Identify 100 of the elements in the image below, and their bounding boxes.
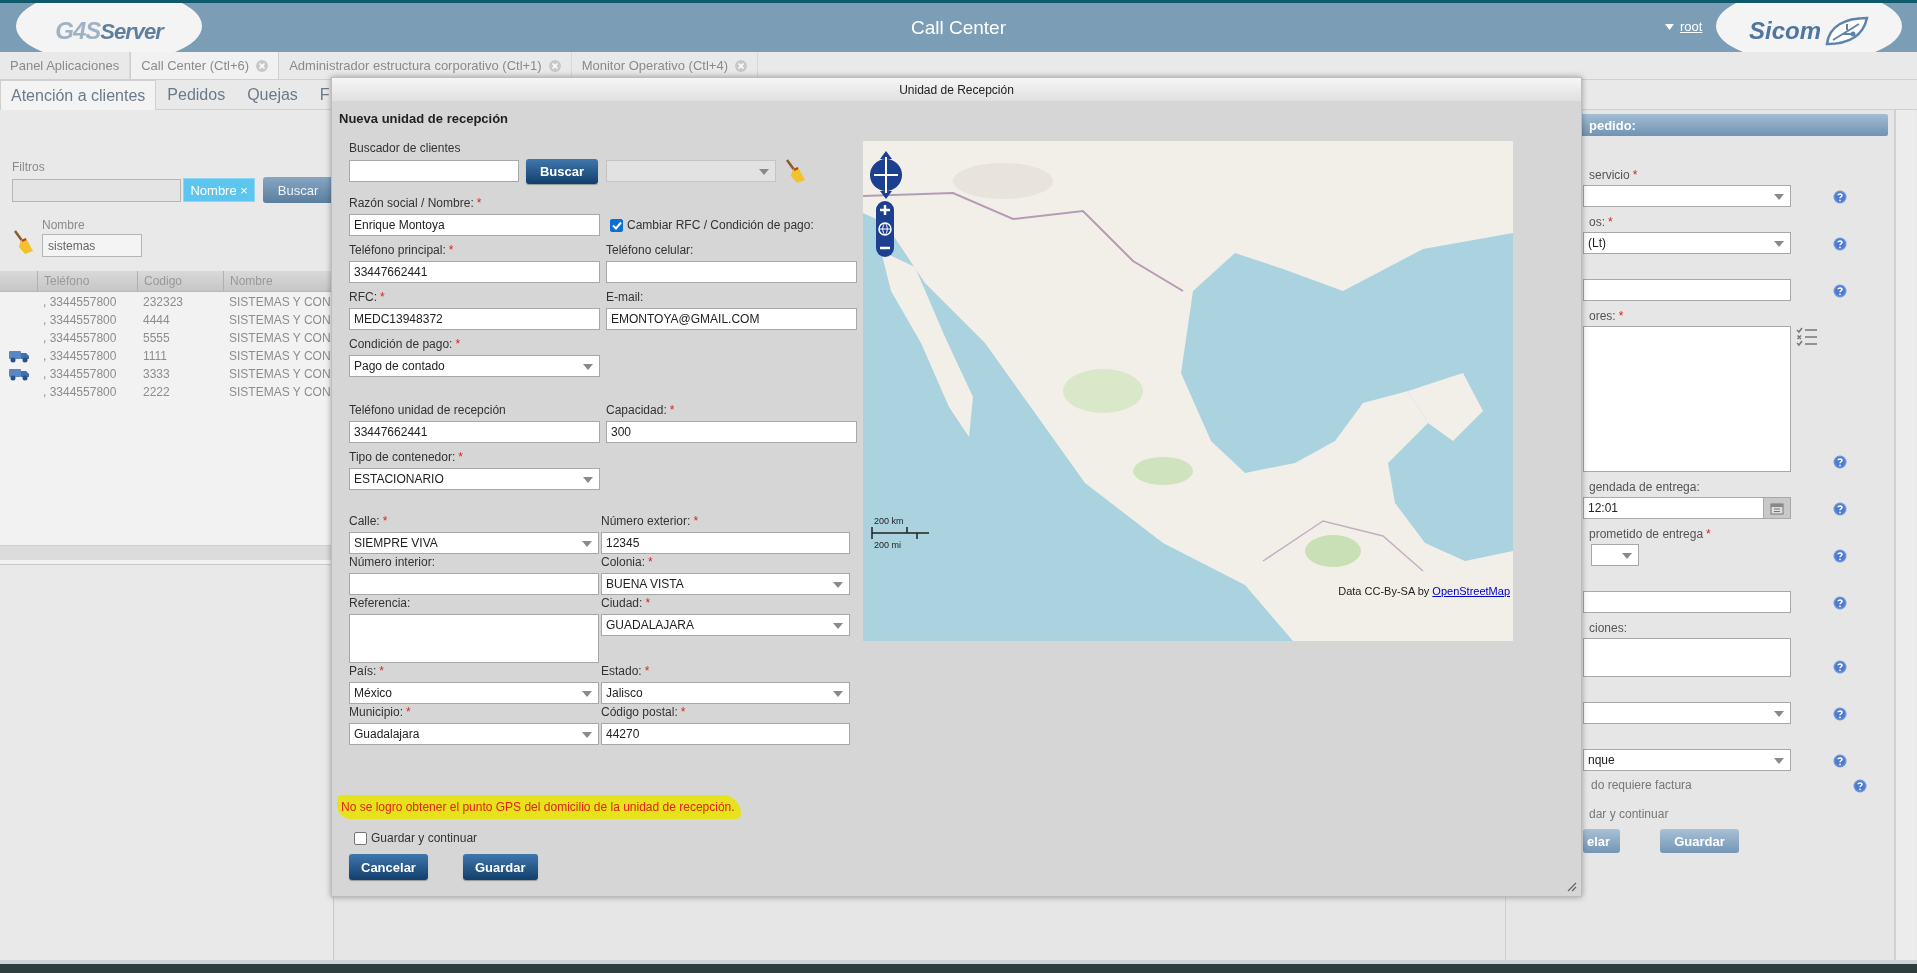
required-mark: * [1632,168,1638,182]
caret-icon [833,582,843,588]
field-label: País: [349,664,377,678]
field-label: Estado: [601,664,642,678]
required-mark: * [648,555,653,569]
dropdown[interactable] [1591,544,1639,566]
field-label: Teléfono celular: [606,243,694,257]
logo-text: Sicom [1749,17,1821,45]
input-field[interactable]: EMONTOYA@GMAIL.COM [606,308,857,330]
resize-grip-icon[interactable] [1567,882,1577,892]
dropdown[interactable] [1583,702,1791,724]
table-cell-text: 1111 [142,348,169,365]
zoom-control-icon[interactable] [876,201,894,257]
close-icon[interactable] [548,59,561,72]
text-area[interactable] [349,614,599,663]
checkbox[interactable] [354,831,367,845]
help-icon[interactable] [1833,596,1847,610]
input-field[interactable]: Enrique Montoya [349,214,600,236]
help-icon[interactable] [1833,455,1847,469]
search-button[interactable]: Buscar [526,158,598,184]
caret-icon [759,169,769,175]
table-cell-text: SISTEMAS Y CON [228,330,332,347]
checkbox-label: Guardar y continuar [371,831,478,845]
dropdown[interactable]: Jalisco [601,682,850,704]
help-icon[interactable] [1833,660,1847,674]
dropdown[interactable]: GUADALAJARA [601,614,850,636]
scale-label: 200 km [873,516,905,526]
help-icon[interactable] [1833,237,1847,251]
close-icon[interactable] [256,59,269,72]
tab[interactable]: Quejas [236,80,309,109]
scrollbar[interactable] [0,545,333,560]
cancel-button[interactable]: Cancelar [349,854,428,880]
required-mark: * [476,196,482,210]
caret-icon[interactable] [1665,23,1674,30]
checklist-icon[interactable] [1796,326,1818,348]
field-label: Código postal: [601,705,678,719]
required-mark: * [458,450,463,464]
pan-icon[interactable] [869,149,903,201]
table-cell-text: , 3344557800 [42,366,118,383]
table-cell-text: , 3344557800 [42,384,118,401]
broom-icon[interactable] [784,158,806,184]
dropdown[interactable]: ESTACIONARIO [349,468,600,490]
input-field[interactable] [1583,279,1791,301]
dropdown[interactable]: nque [1583,749,1791,771]
input-field[interactable] [606,261,857,283]
input-field[interactable]: 12345 [601,532,850,554]
help-icon[interactable] [1853,779,1867,793]
search-field[interactable] [349,160,519,182]
required-mark: * [1618,309,1624,323]
field-label: Condición de pago: [349,337,453,351]
table-cell-text: , 3344557800 [42,294,118,311]
help-icon[interactable] [1833,502,1847,516]
caret-icon [1774,758,1784,764]
caret-icon [1774,241,1784,247]
text-area[interactable] [1583,326,1791,472]
input-field[interactable]: MEDC13948372 [349,308,600,330]
field-label: Teléfono unidad de recepción [349,403,506,417]
dropdown[interactable]: México [349,682,599,704]
dropdown[interactable] [1583,185,1791,207]
required-mark: * [448,243,454,257]
tab[interactable]: Pedidos [156,80,237,109]
dropdown[interactable]: (Lt) [1583,232,1791,254]
help-icon[interactable] [1833,707,1847,721]
broom-icon[interactable] [12,229,34,255]
input-field[interactable] [349,573,599,595]
help-icon[interactable] [1833,549,1847,563]
help-icon[interactable] [1833,190,1847,204]
filter-field[interactable] [12,178,182,202]
required-mark: * [380,290,385,304]
input-field[interactable]: 33447662441 [349,421,600,443]
field-label: Colonia: [601,555,646,569]
field-label: ores: [1589,309,1616,323]
required-mark: * [1608,215,1613,229]
close-icon[interactable] [735,59,747,72]
date-field[interactable]: 12:01 [1583,497,1791,519]
caret-icon [833,623,843,629]
text-area[interactable] [1583,638,1791,677]
table-cell-text: 2222 [142,384,171,401]
dropdown[interactable]: Pago de contado [349,355,600,377]
input-field[interactable]: 300 [606,421,857,443]
save-button[interactable]: Guardar [462,854,538,880]
calendar-button[interactable] [1763,498,1790,518]
required-mark: * [382,514,388,528]
input-field[interactable]: 44270 [601,723,850,745]
link[interactable]: OpenStreetMap [1432,585,1510,597]
field-label: E-mail: [606,290,644,304]
dropdown[interactable]: SIEMPRE VIVA [349,532,599,554]
input-field[interactable] [1583,591,1791,613]
dropdown[interactable]: BUENA VISTA [601,573,850,595]
required-mark: * [669,403,675,417]
help-icon[interactable] [1833,754,1847,768]
help-icon[interactable] [1833,284,1847,298]
dropdown[interactable]: Guadalajara [349,723,599,745]
name-field[interactable]: sistemas [42,234,142,257]
table-cell-text: SISTEMAS Y CON [228,294,332,311]
required-mark: * [644,664,650,678]
input-field[interactable]: 33447662441 [349,261,600,283]
tab[interactable]: Atención a clientes [0,80,157,110]
checkbox[interactable] [610,218,623,232]
required-mark: * [693,514,699,528]
